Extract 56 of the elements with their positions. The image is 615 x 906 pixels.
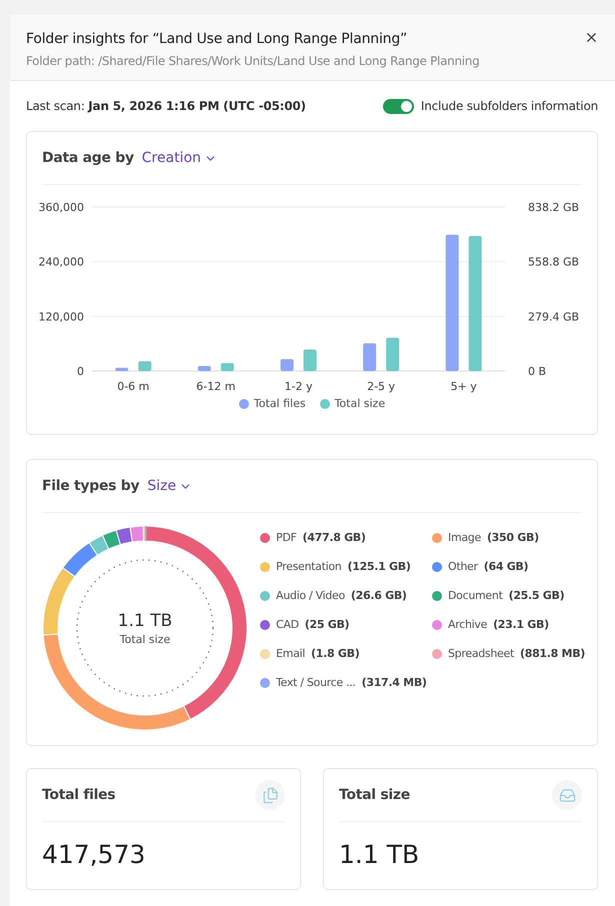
axis-label: 0-6 m [117,380,150,393]
donut-slice [102,530,121,550]
folder-path: Folder path: /Shared/File Shares/Work Units/Land Use and Long Range Planning [26,54,480,68]
stat-value: 1.1 TB [338,839,420,871]
legend-item: Audio / Video (26.6 GB) [260,589,432,602]
legend-item: Email (1.8 GB) [260,647,432,660]
bar [280,359,294,371]
files-icon [262,786,278,804]
legend-item: Other (64 GB) [432,560,592,573]
bar [363,343,376,371]
card-title: File types by [42,478,140,494]
legend-item: Image (350 GB) [432,531,592,544]
donut-slice [116,526,133,546]
axis-label: 838.2 GB [528,201,580,214]
legend-item: Spreadsheet (881.8 MB) [432,647,592,660]
axis-label: 360,000 [38,201,84,214]
legend-dot [238,398,249,408]
bar [115,368,128,371]
axis-label: 0 B [528,365,546,378]
legend-dot [320,398,330,408]
toggle-switch[interactable] [382,98,414,114]
last-scan: Last scan: Jan 5, 2026 1:16 PM (UTC -05:00) [26,99,306,113]
bar [304,349,316,371]
axis-label: 2-5 y [367,380,396,393]
dropdown[interactable]: Creation [142,150,218,166]
bar [198,366,211,371]
legend-item: Presentation (125.1 GB) [260,560,432,573]
legend-item: Total files [238,397,306,410]
dialog-title: Folder insights for “Land Use and Long Range Planning” [26,31,408,47]
card-title: Data age by [42,150,134,166]
legend-item: Text / Source ... (317.4 MB) [260,676,432,689]
card-title: Total size [339,787,410,803]
legend-item: Total size [320,397,386,410]
center-label: Total size [120,632,170,646]
axis-label: 5+ y [450,380,477,393]
axis-label: 279.4 GB [528,310,580,324]
inbox-icon [558,786,576,804]
bar [386,338,400,371]
legend-item: Document (25.5 GB) [432,589,592,602]
legend-item: CAD (25 GB) [260,618,432,631]
toggle-label: Include subfolders information [420,99,598,113]
axis-label: 240,000 [38,256,84,269]
legend-item: Archive (23.1 GB) [432,618,592,631]
axis-label: 558.8 GB [528,256,580,269]
center-value: 1.1 TB [118,610,172,630]
close-button[interactable] [584,30,599,45]
axis-label: 1-2 y [284,380,312,393]
axis-label: 120,000 [38,310,84,324]
legend-item: PDF (477.8 GB) [260,531,432,544]
card-title: Total files [42,787,116,803]
axis-label: 0 [77,365,84,378]
dropdown[interactable]: Size [147,478,192,494]
bar [220,363,234,371]
stat-value: 417,573 [41,839,146,871]
axis-label: 6-12 m [196,380,236,393]
bar [138,361,152,371]
